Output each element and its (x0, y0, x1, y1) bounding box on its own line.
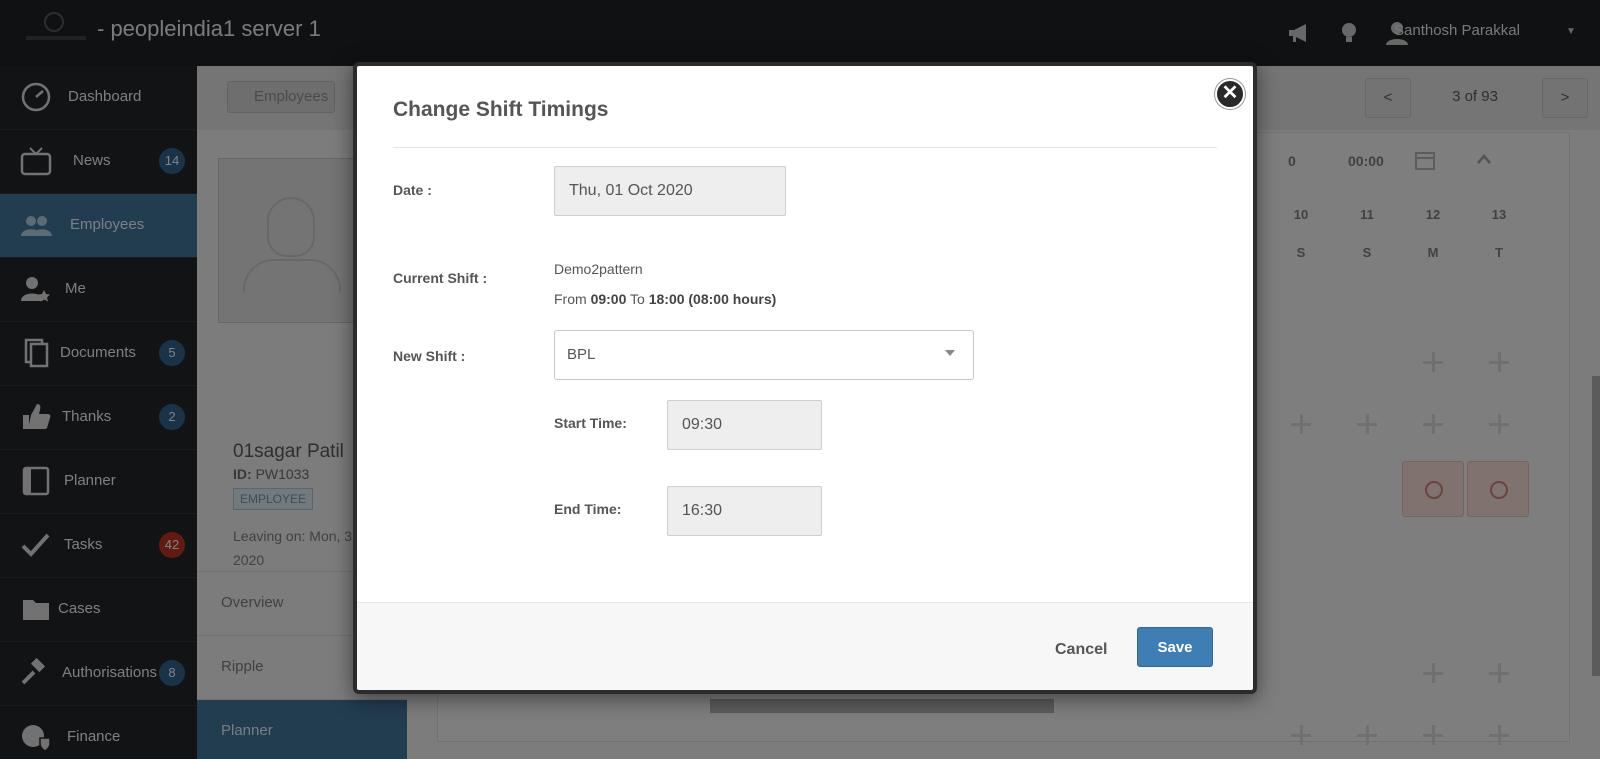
title-divider (393, 147, 1217, 148)
dialog-title: Change Shift Timings (393, 98, 609, 121)
cancel-button[interactable]: Cancel (1055, 641, 1107, 659)
start-time-label: Start Time: (554, 415, 627, 431)
chevron-down-icon (945, 350, 955, 356)
close-dialog-button[interactable]: ✕ (1215, 79, 1245, 109)
current-shift-name: Demo2pattern (554, 261, 643, 277)
change-shift-dialog: ✕ Change Shift Timings Date : Current Sh… (353, 62, 1257, 694)
start-time-field[interactable] (667, 400, 822, 450)
new-shift-label: New Shift : (393, 348, 466, 364)
save-button[interactable]: Save (1137, 627, 1213, 667)
new-shift-selected-value: BPL (567, 346, 596, 363)
current-shift-time: From 09:00 To 18:00 (08:00 hours) (554, 291, 777, 307)
new-shift-select[interactable]: BPL (554, 330, 974, 380)
end-time-field[interactable] (667, 486, 822, 536)
current-shift-label: Current Shift : (393, 270, 488, 286)
dialog-footer: Cancel Save (357, 602, 1253, 690)
end-time-label: End Time: (554, 501, 622, 517)
date-field[interactable] (554, 166, 786, 216)
date-label: Date : (393, 182, 432, 198)
